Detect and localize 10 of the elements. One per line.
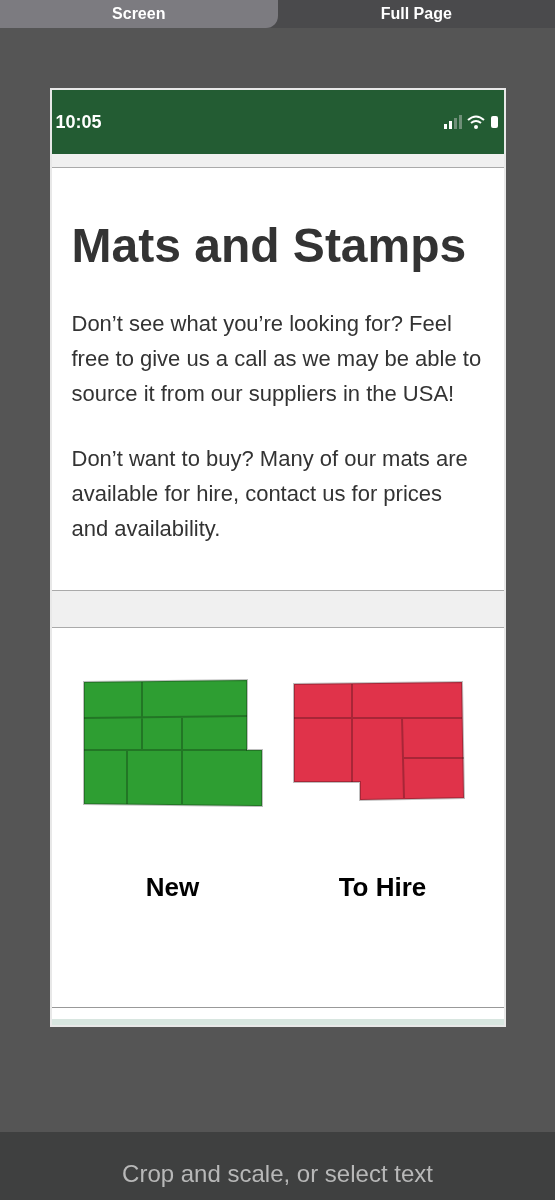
tab[interactable]: Full Page: [277, 0, 555, 28]
status-icons-drawing: [443, 115, 500, 129]
body-paragraph: Don’t see what you’re looking for? Feel free to give us a call as we may be able to source it from our suppliers in the USA!: [71, 310, 483, 408]
status-time: 10:05: [55, 110, 102, 134]
body-paragraph: Don’t want to buy? Many of our mats are available for hire, contact us for prices and availability.: [71, 445, 469, 543]
product-label[interactable]: To Hire: [338, 868, 427, 907]
product-label[interactable]: New: [145, 868, 200, 907]
hint-text: Crop and scale, or select text: [122, 1159, 433, 1189]
tab[interactable]: Screen: [0, 0, 278, 28]
page-heading: Mats and Stamps: [71, 218, 468, 274]
